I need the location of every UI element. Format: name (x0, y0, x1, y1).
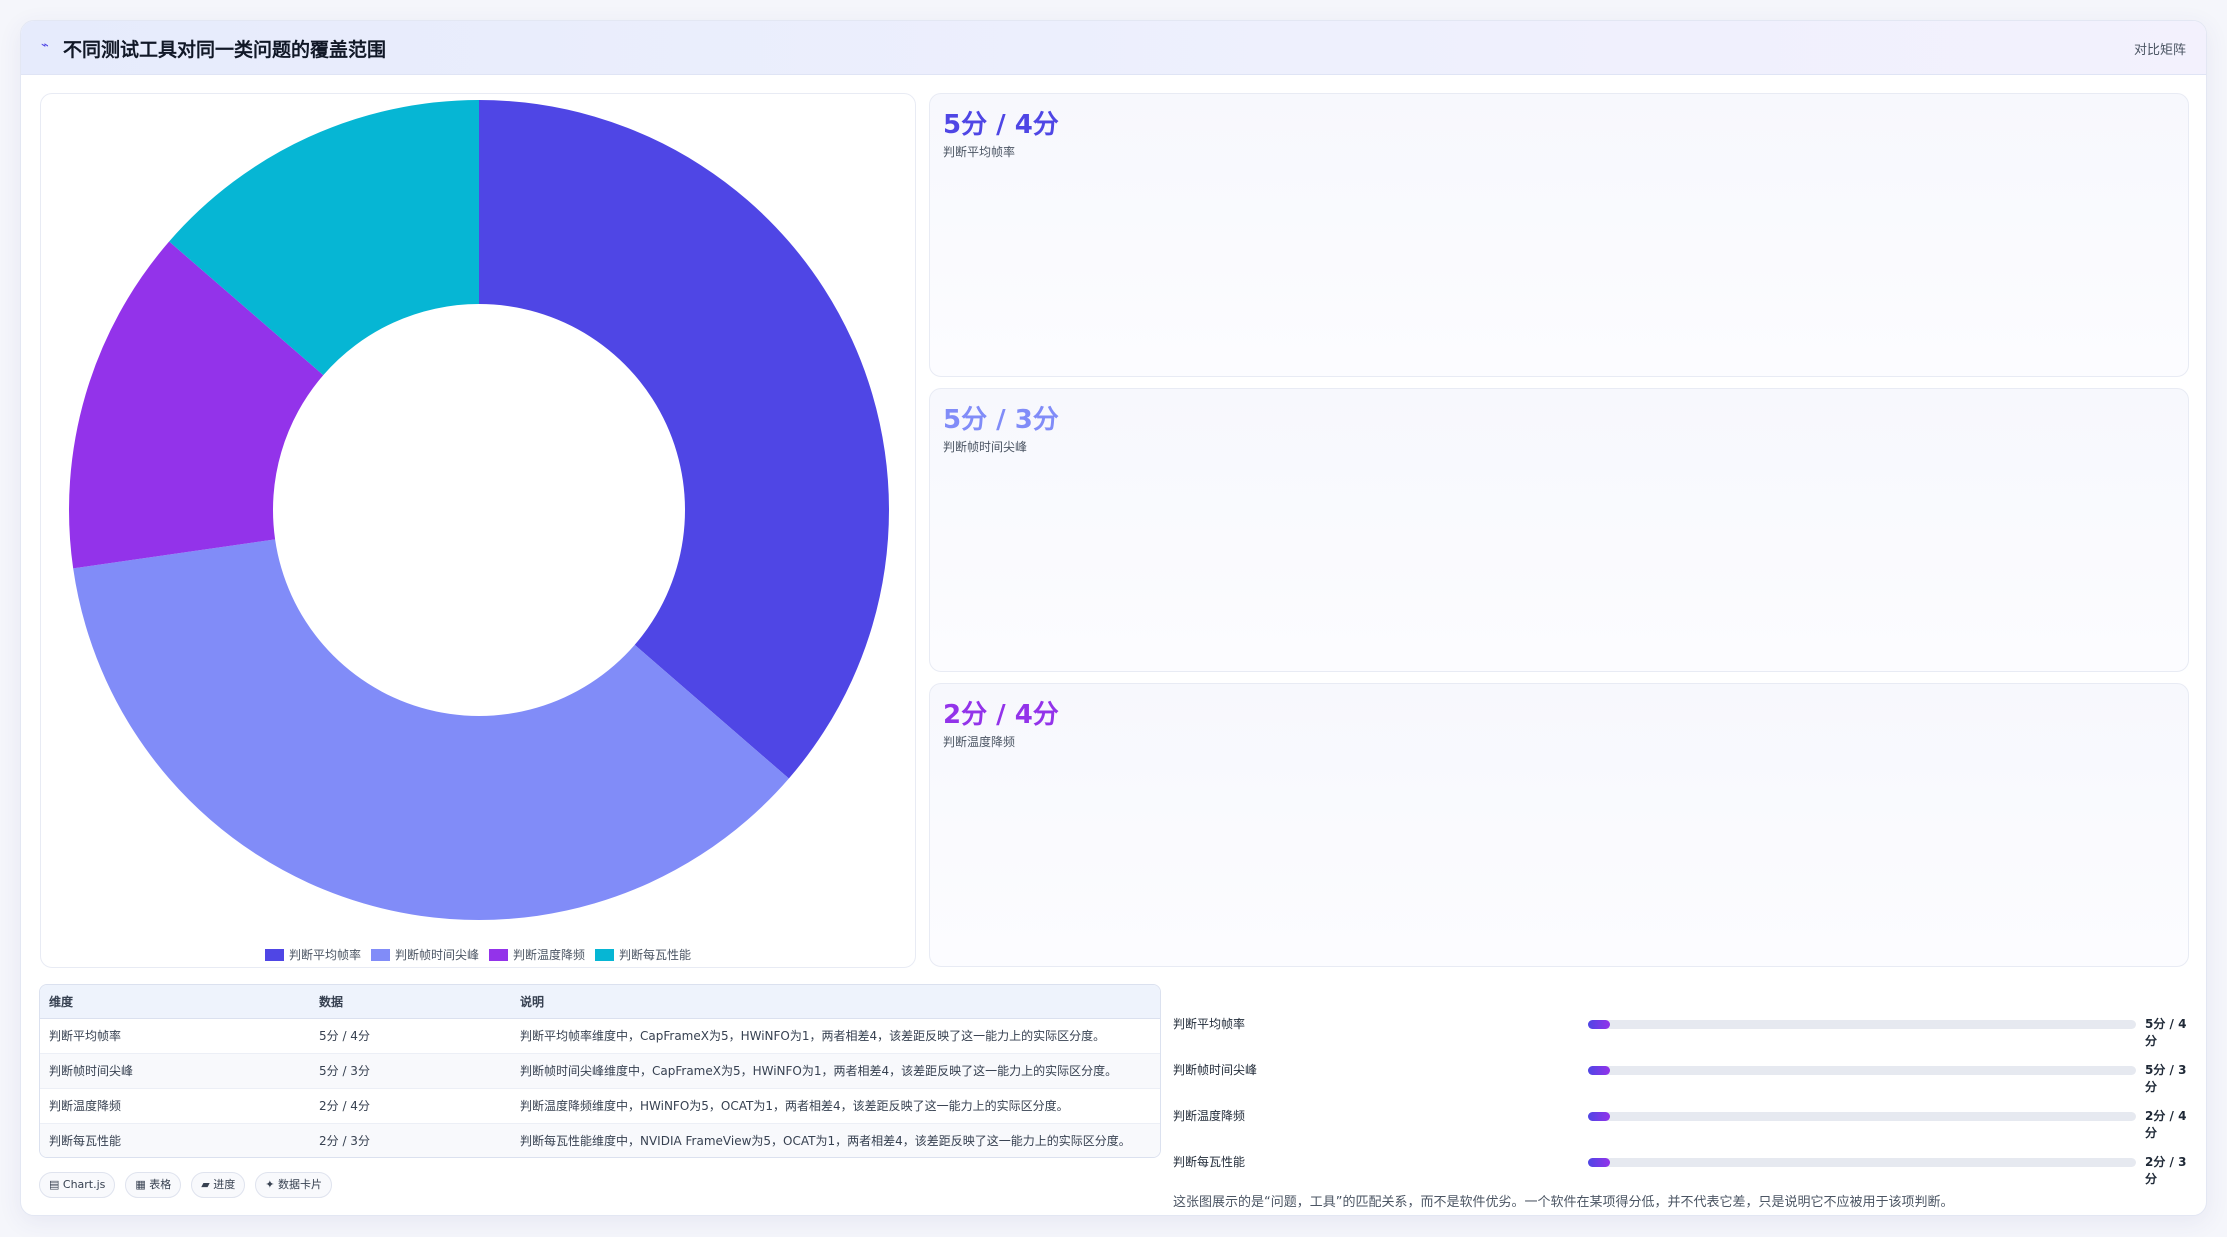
legend-label: 判断帧时间尖峰 (394, 948, 479, 962)
stat-value: 5分 / 4分 (943, 110, 1059, 140)
column-header: 维度 (40, 985, 310, 1019)
progress-value: 2分 / 4分 (2145, 1109, 2187, 1140)
table-cell: 判断温度降频维度中，HWiNFO为5，OCAT为1，两者相差4，该差距反映了这一… (511, 1088, 1160, 1124)
table-cell: 2分 / 3分 (310, 1123, 511, 1157)
legend-label: 判断温度降频 (513, 948, 586, 962)
table-cell: 判断帧时间尖峰维度中，CapFrameX为5，HWiNFO为1，两者相差4，该差… (511, 1053, 1160, 1089)
progress-label: 判断每瓦性能 (1173, 1155, 1246, 1169)
stat-label: 判断帧时间尖峰 (943, 440, 1028, 454)
tag-progress[interactable]: ▰ 进度 (191, 1172, 246, 1198)
column-header: 说明 (511, 985, 1160, 1019)
tag-chartjs[interactable]: ▤ Chart.js (39, 1172, 116, 1198)
legend-item[interactable]: 判断帧时间尖峰 (370, 946, 479, 963)
progress-fill (1588, 1020, 1610, 1029)
stat-card: 2分 / 4分 判断温度降频 (929, 683, 2189, 967)
progress-row: 判断温度降频 2分 / 4分 (1173, 1105, 2193, 1140)
stat-value: 2分 / 4分 (943, 700, 1059, 730)
table-cell: 判断每瓦性能维度中，NVIDIA FrameView为5，OCAT为1，两者相差… (511, 1123, 1160, 1157)
table-header-row: 维度 数据 说明 (40, 985, 1160, 1019)
stat-card: 5分 / 3分 判断帧时间尖峰 (929, 388, 2189, 672)
progress-fill (1588, 1158, 1610, 1167)
table-row: 判断平均帧率 5分 / 4分 判断平均帧率维度中，CapFrameX为5，HWi… (40, 1018, 1160, 1054)
legend-swatch (595, 948, 615, 961)
column-header: 数据 (310, 985, 511, 1019)
legend-swatch (264, 948, 284, 961)
progress-row: 判断每瓦性能 2分 / 3分 (1173, 1151, 2193, 1186)
progress-track (1588, 1066, 2136, 1075)
table-cell: 5分 / 3分 (310, 1053, 511, 1089)
progress-track (1588, 1112, 2136, 1121)
matrix-badge: 对比矩阵 (2133, 43, 2186, 58)
legend-item[interactable]: 判断温度降频 (489, 946, 585, 963)
legend-item[interactable]: 判断平均帧率 (264, 946, 361, 963)
view-tags: ▤ Chart.js ▦ 表格 ▰ 进度 ✦ 数据卡片 (39, 1172, 332, 1198)
donut-chart-panel: 判断平均帧率 判断帧时间尖峰 判断温度降频 判断每瓦性能 (40, 93, 916, 968)
progress-label: 判断帧时间尖峰 (1173, 1063, 1258, 1077)
footnote: 这张图展示的是“问题，工具”的匹配关系，而不是软件优劣。一个软件在某项得分低，并… (1173, 1195, 1954, 1210)
data-table: 维度 数据 说明 判断平均帧率 5分 / 4分 判断平均帧率维度中，CapFra… (39, 984, 1161, 1158)
table-row: 判断温度降频 2分 / 4分 判断温度降频维度中，HWiNFO为5，OCAT为1… (40, 1088, 1160, 1124)
stat-label: 判断温度降频 (943, 735, 1016, 749)
table-cell: 5分 / 4分 (310, 1018, 511, 1054)
chart-legend: 判断平均帧率 判断帧时间尖峰 判断温度降频 判断每瓦性能 (41, 946, 915, 963)
legend-item[interactable]: 判断每瓦性能 (595, 946, 691, 963)
progress-fill (1588, 1112, 1610, 1121)
stat-value: 5分 / 3分 (943, 405, 1059, 435)
table-cell: 判断平均帧率 (40, 1018, 310, 1054)
progress-value: 5分 / 3分 (2145, 1063, 2187, 1094)
table-cell: 判断平均帧率维度中，CapFrameX为5，HWiNFO为1，两者相差4，该差距… (511, 1018, 1160, 1054)
progress-row: 判断平均帧率 5分 / 4分 (1173, 1013, 2193, 1048)
trend-icon: ⌁ (41, 38, 49, 53)
progress-track (1588, 1020, 2136, 1029)
progress-track (1588, 1158, 2136, 1167)
table-cell: 判断帧时间尖峰 (40, 1053, 310, 1089)
progress-label: 判断平均帧率 (1173, 1017, 1246, 1031)
donut-chart (68, 100, 889, 921)
tag-data-card[interactable]: ✦ 数据卡片 (255, 1172, 332, 1198)
table-cell: 2分 / 4分 (310, 1088, 511, 1124)
tag-table[interactable]: ▦ 表格 (125, 1172, 182, 1198)
page-title: 不同测试工具对同一类问题的覆盖范围 (63, 39, 387, 61)
legend-label: 判断平均帧率 (288, 948, 361, 962)
stat-label: 判断平均帧率 (943, 145, 1016, 159)
table-row: 判断帧时间尖峰 5分 / 3分 判断帧时间尖峰维度中，CapFrameX为5，H… (40, 1053, 1160, 1089)
stat-card: 5分 / 4分 判断平均帧率 (929, 93, 2189, 377)
legend-swatch (370, 948, 390, 961)
progress-fill (1588, 1066, 1610, 1075)
table-cell: 判断每瓦性能 (40, 1123, 310, 1157)
dashboard-card: ⌁ 不同测试工具对同一类问题的覆盖范围 对比矩阵 判断平均帧率 判断帧时间尖峰 判断… (20, 20, 2207, 1216)
table-cell: 判断温度降频 (40, 1088, 310, 1124)
progress-value: 5分 / 4分 (2145, 1017, 2187, 1048)
header: ⌁ 不同测试工具对同一类问题的覆盖范围 对比矩阵 (21, 21, 2206, 75)
legend-swatch (489, 948, 508, 961)
progress-row: 判断帧时间尖峰 5分 / 3分 (1173, 1059, 2193, 1094)
table-row: 判断每瓦性能 2分 / 3分 判断每瓦性能维度中，NVIDIA FrameVie… (40, 1123, 1160, 1157)
progress-value: 2分 / 3分 (2145, 1155, 2187, 1186)
progress-label: 判断温度降频 (1173, 1109, 1246, 1123)
donut-slice[interactable] (479, 100, 889, 779)
legend-label: 判断每瓦性能 (619, 948, 692, 962)
